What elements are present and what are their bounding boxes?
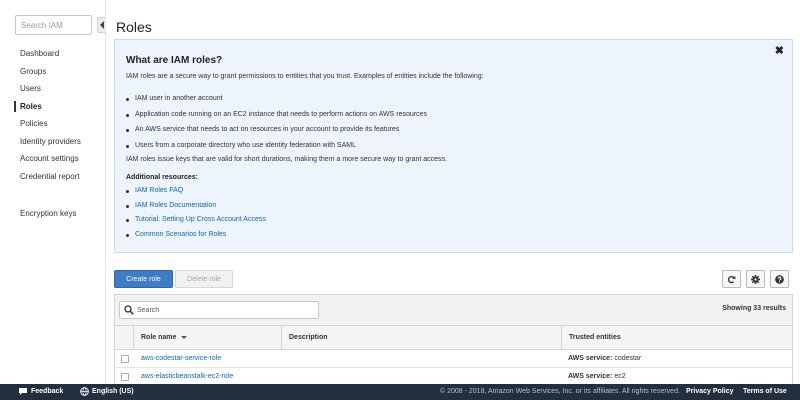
row-checkbox[interactable] — [121, 355, 129, 363]
entity-list-item: An AWS service that needs to act on reso… — [126, 122, 427, 138]
resources-list: IAM Roles FAQ IAM Roles Documentation Tu… — [126, 184, 266, 242]
sidebar-item-credential-report[interactable]: Credential report — [0, 168, 105, 186]
resources-heading: Additional resources: — [126, 174, 198, 181]
footer: Feedback English (US) © 2008 - 2018, Ama… — [0, 384, 800, 400]
language-selector[interactable]: English (US) — [80, 384, 134, 400]
sidebar-item-dashboard[interactable]: Dashboard — [0, 45, 105, 63]
table-row: aws-codestar-service-role AWS service: c… — [115, 350, 792, 368]
sidebar-item-encryption-keys[interactable]: Encryption keys — [0, 205, 105, 223]
column-header-label: Role name — [141, 334, 177, 341]
link-tutorial-cross-account[interactable]: Tutorial: Setting Up Cross Account Acces… — [135, 216, 266, 223]
resources-list-item: IAM Roles Documentation — [126, 199, 266, 214]
info-panel-intro: IAM roles are a secure way to grant perm… — [126, 73, 484, 80]
column-header-description[interactable]: Description — [281, 326, 561, 350]
column-header-role-name[interactable]: Role name — [133, 326, 281, 350]
sidebar-item-users[interactable]: Users — [0, 80, 105, 98]
terms-of-use-link[interactable]: Terms of Use — [743, 384, 787, 400]
role-name-cell: aws-codestar-service-role — [141, 350, 221, 368]
sidebar-collapse-button[interactable] — [97, 17, 106, 33]
role-name-cell: aws-elasticbeanstalk-ec2-role — [141, 368, 233, 384]
trusted-entities-cell: AWS service: codestar — [568, 350, 641, 368]
link-common-scenarios[interactable]: Common Scenarios for Roles — [135, 231, 226, 238]
settings-button[interactable] — [746, 270, 765, 288]
sidebar-item-identity-providers[interactable]: Identity providers — [0, 133, 105, 151]
sidebar-search-box[interactable] — [15, 15, 92, 35]
feedback-link[interactable]: Feedback — [18, 384, 63, 400]
table-search-box[interactable] — [119, 301, 319, 319]
entity-list-item: Users from a corporate directory who use… — [126, 138, 427, 154]
delete-role-button: Delete role — [175, 270, 233, 288]
refresh-button[interactable] — [722, 270, 741, 288]
copyright-text: © 2008 - 2018, Amazon Web Services, Inc.… — [440, 388, 680, 395]
entity-list-item: Application code running on an EC2 insta… — [126, 107, 427, 123]
main-content: Roles ✖ What are IAM roles? IAM roles ar… — [106, 0, 800, 384]
info-panel-keys-note: IAM roles issue keys that are valid for … — [126, 156, 447, 163]
row-checkbox[interactable] — [121, 373, 129, 381]
sidebar-item-roles[interactable]: Roles — [0, 98, 105, 116]
sidebar-item-groups[interactable]: Groups — [0, 63, 105, 81]
info-panel-title: What are IAM roles? — [126, 55, 223, 66]
table-row: aws-elasticbeanstalk-ec2-role AWS servic… — [115, 368, 792, 384]
trusted-prefix: AWS service: — [568, 373, 613, 380]
feedback-label: Feedback — [31, 388, 64, 395]
sidebar-item-policies[interactable]: Policies — [0, 115, 105, 133]
chat-bubble-icon — [19, 387, 27, 395]
chevron-left-icon — [100, 21, 104, 29]
table-filter-bar: Showing 33 results — [115, 295, 792, 326]
link-iam-roles-documentation[interactable]: IAM Roles Documentation — [135, 202, 216, 209]
sort-down-icon — [181, 335, 188, 339]
roles-table: Showing 33 results Role name Description… — [114, 294, 793, 384]
page-title: Roles — [116, 19, 152, 35]
sidebar: Dashboard Groups Users Roles Policies Id… — [0, 0, 106, 384]
info-panel: ✖ What are IAM roles? IAM roles are a se… — [114, 39, 793, 253]
help-button[interactable] — [770, 270, 789, 288]
table-header: Role name Description Trusted entities — [115, 326, 792, 350]
search-icon — [124, 305, 134, 315]
refresh-icon — [727, 275, 736, 283]
sidebar-search-input[interactable] — [16, 16, 91, 34]
table-search-input[interactable] — [137, 302, 315, 318]
sidebar-nav: Dashboard Groups Users Roles Policies Id… — [0, 45, 105, 223]
resources-list-item: Common Scenarios for Roles — [126, 228, 266, 243]
link-iam-roles-faq[interactable]: IAM Roles FAQ — [135, 187, 183, 194]
gear-icon — [751, 274, 760, 284]
resources-list-item: IAM Roles FAQ — [126, 184, 266, 199]
trusted-value: codestar — [614, 355, 642, 362]
trusted-entities-cell: AWS service: ec2 — [568, 368, 626, 384]
entity-list: IAM user in another account Application … — [126, 91, 427, 153]
language-label: English (US) — [92, 388, 134, 395]
results-count: Showing 33 results — [722, 305, 786, 312]
resources-list-item: Tutorial: Setting Up Cross Account Acces… — [126, 213, 266, 228]
role-name-link[interactable]: aws-codestar-service-role — [141, 355, 221, 362]
help-icon — [775, 274, 784, 284]
role-name-link[interactable]: aws-elasticbeanstalk-ec2-role — [141, 373, 233, 380]
entity-list-item: IAM user in another account — [126, 91, 427, 107]
globe-icon — [80, 386, 89, 396]
trusted-value: ec2 — [614, 373, 626, 380]
sidebar-item-account-settings[interactable]: Account settings — [0, 150, 105, 168]
trusted-prefix: AWS service: — [568, 355, 613, 362]
column-header-trusted-entities[interactable]: Trusted entities — [561, 326, 792, 350]
sidebar-divider — [0, 185, 105, 205]
create-role-button[interactable]: Create role — [114, 270, 173, 288]
close-icon[interactable]: ✖ — [775, 44, 784, 57]
privacy-policy-link[interactable]: Privacy Policy — [686, 384, 733, 400]
